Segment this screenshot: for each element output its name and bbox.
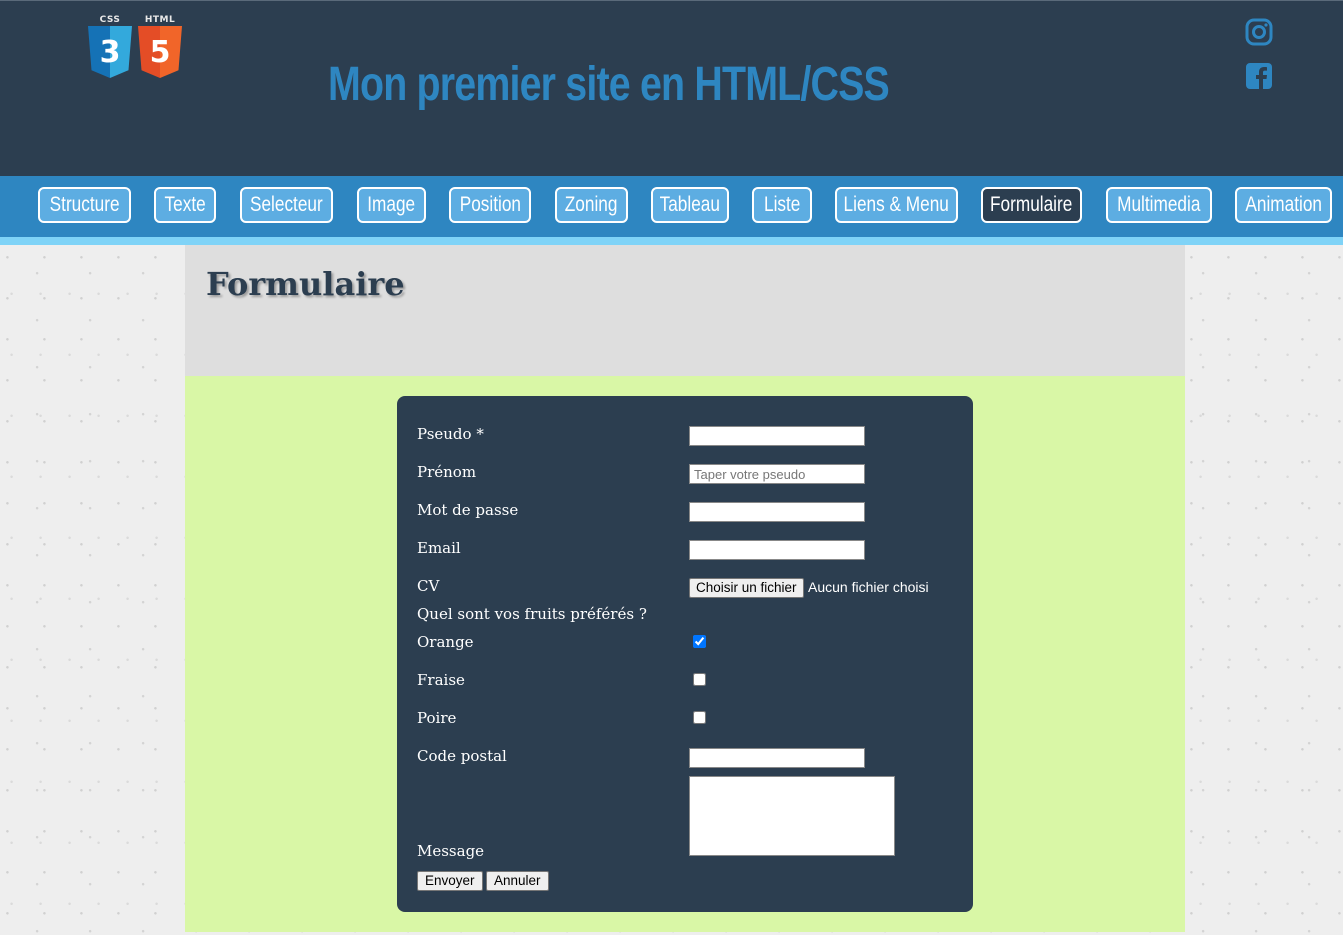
- prenom-label: Prénom: [417, 463, 477, 481]
- css-caption: CSS: [99, 15, 121, 25]
- css3-shield: 3: [88, 26, 132, 78]
- email-label: Email: [417, 539, 461, 557]
- page-title-bar: Formulaire: [185, 245, 1185, 376]
- nav-item-image[interactable]: Image: [357, 187, 426, 223]
- page-title: Formulaire: [206, 265, 405, 303]
- fruit-fraise-checkbox[interactable]: [693, 673, 706, 686]
- main-nav: Structure Texte Selecteur Image Position…: [0, 176, 1343, 245]
- password-label: Mot de passe: [417, 501, 519, 519]
- social-links: [1244, 17, 1274, 91]
- nav-item-tableau[interactable]: Tableau: [651, 187, 729, 223]
- css3-logo-icon: CSS 3: [88, 15, 132, 79]
- password-input[interactable]: [689, 502, 865, 522]
- facebook-icon[interactable]: [1244, 61, 1274, 91]
- html5-logo-icon: HTML 5: [138, 15, 182, 79]
- nav-item-texte[interactable]: Texte: [154, 187, 216, 223]
- fruits-question: Quel sont vos fruits préférés ?: [417, 605, 647, 623]
- message-textarea[interactable]: [689, 776, 895, 856]
- fruit-poire-checkbox[interactable]: [693, 711, 706, 724]
- fruit-poire-label: Poire: [417, 709, 457, 727]
- postal-label: Code postal: [417, 747, 507, 765]
- nav-item-selecteur[interactable]: Selecteur: [240, 187, 333, 223]
- cv-label: CV: [417, 577, 440, 595]
- fruit-orange-label: Orange: [417, 633, 474, 651]
- site-header: CSS 3 HTML 5 Mon premier site en HTML/CS…: [0, 0, 1343, 177]
- cv-file-status: Aucun fichier choisi: [808, 579, 929, 595]
- email-input[interactable]: [689, 540, 865, 560]
- nav-item-animation[interactable]: Animation: [1235, 187, 1332, 223]
- nav-item-multimedia[interactable]: Multimedia: [1106, 187, 1212, 223]
- nav-item-liste[interactable]: Liste: [752, 187, 812, 223]
- pseudo-input[interactable]: [689, 426, 865, 446]
- nav-item-liens-menu[interactable]: Liens & Menu: [835, 187, 958, 223]
- prenom-input[interactable]: [689, 464, 865, 484]
- nav-item-structure[interactable]: Structure: [38, 187, 131, 223]
- tech-logos: CSS 3 HTML 5: [88, 15, 182, 79]
- instagram-icon[interactable]: [1244, 17, 1274, 47]
- contact-form: Pseudo * Prénom Mot de passe Email CV Ch…: [397, 396, 973, 912]
- message-label: Message: [417, 842, 485, 860]
- reset-button[interactable]: Annuler: [486, 871, 549, 891]
- main-content: Formulaire Pseudo * Prénom Mot de passe …: [185, 245, 1185, 935]
- html-caption: HTML: [144, 15, 176, 25]
- postal-input[interactable]: [689, 748, 865, 768]
- form-zone: Pseudo * Prénom Mot de passe Email CV Ch…: [185, 376, 1185, 932]
- site-title: Mon premier site en HTML/CSS: [328, 58, 890, 111]
- nav-item-position[interactable]: Position: [449, 187, 531, 223]
- pseudo-label: Pseudo *: [417, 425, 484, 443]
- html5-shield: 5: [138, 26, 182, 78]
- fruit-orange-checkbox[interactable]: [693, 635, 706, 648]
- nav-item-zoning[interactable]: Zoning: [555, 187, 628, 223]
- nav-item-formulaire[interactable]: Formulaire: [981, 187, 1082, 223]
- cv-file-button[interactable]: Choisir un fichier: [689, 578, 804, 598]
- fruit-fraise-label: Fraise: [417, 671, 465, 689]
- submit-button[interactable]: Envoyer: [417, 871, 483, 891]
